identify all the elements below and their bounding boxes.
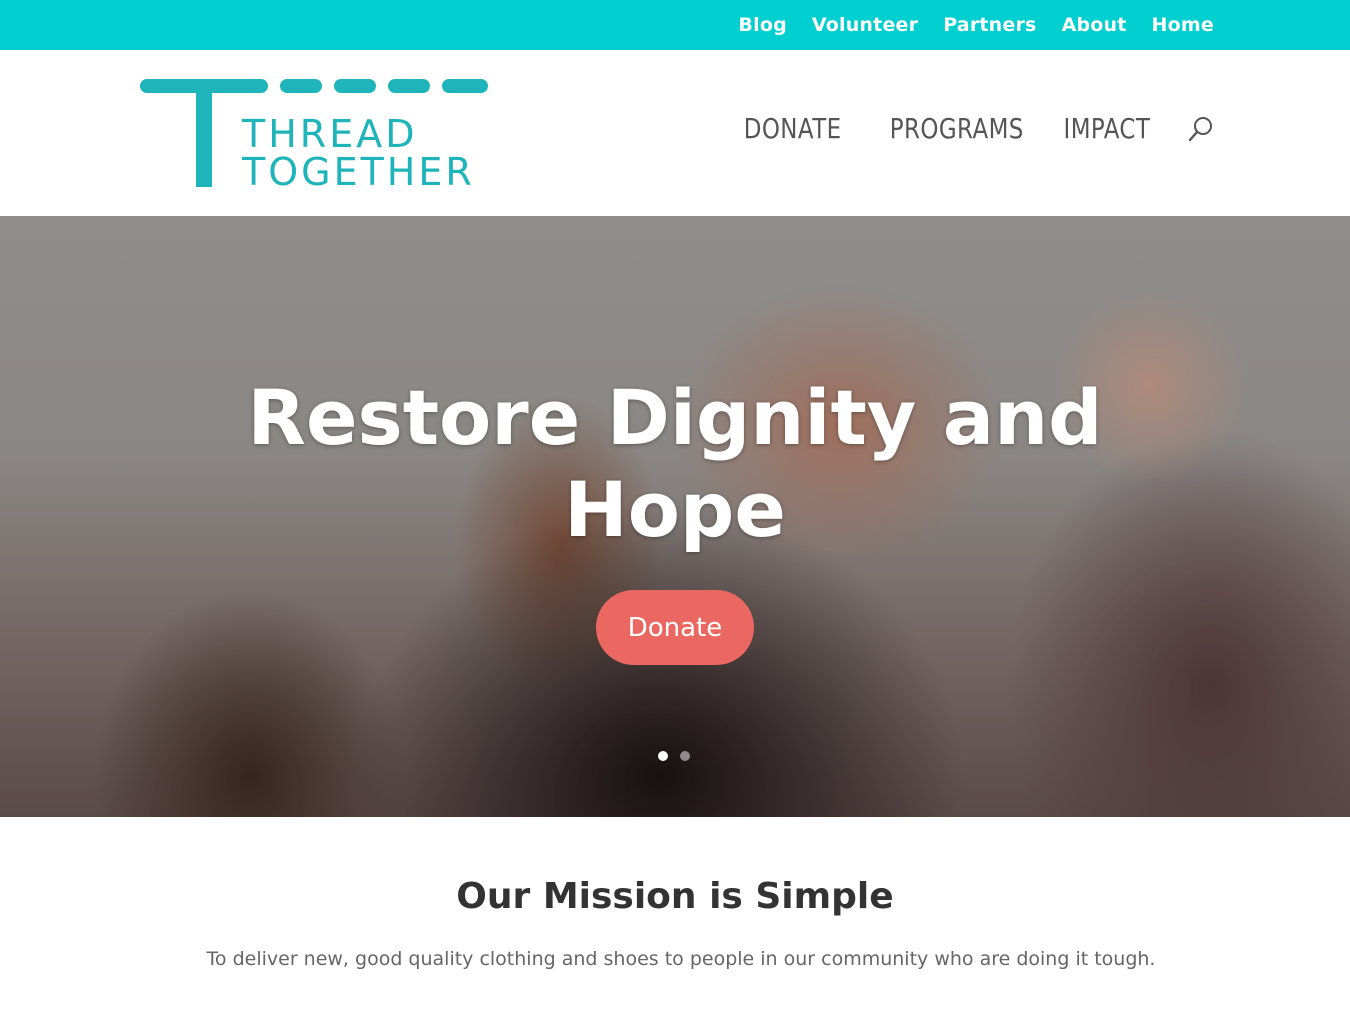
hero-title-line2: Hope: [564, 465, 786, 554]
top-bar: Blog Volunteer Partners About Home: [0, 0, 1350, 50]
donate-button[interactable]: Donate: [596, 590, 754, 665]
logo-text-line2: TOGETHER: [242, 150, 475, 194]
slider-pagination: [658, 751, 690, 761]
search-icon: [1188, 116, 1212, 141]
logo-text-line1: THREAD: [242, 112, 418, 156]
nav-link-impact[interactable]: IMPACT: [1064, 112, 1151, 145]
hero-title-line1: Restore Dignity and: [247, 373, 1103, 462]
nav-link-blog[interactable]: Blog: [738, 14, 786, 36]
nav-link-home[interactable]: Home: [1152, 14, 1214, 36]
search-button[interactable]: [1188, 115, 1214, 143]
primary-nav: DONATE PROGRAMS IMPACT: [733, 112, 1214, 145]
hero-slider: Restore Dignity and Hope Donate: [0, 216, 1350, 817]
site-logo[interactable]: THREAD TOGETHER: [138, 78, 490, 194]
secondary-nav: Blog Volunteer Partners About Home: [738, 0, 1214, 50]
hero-title: Restore Dignity and Hope: [0, 372, 1350, 556]
nav-link-programs[interactable]: PROGRAMS: [889, 112, 1023, 145]
mission-title: Our Mission is Simple: [456, 876, 894, 917]
slide-dot-2[interactable]: [680, 751, 690, 761]
nav-link-donate[interactable]: DONATE: [744, 112, 842, 145]
nav-link-partners[interactable]: Partners: [943, 14, 1036, 36]
slide-dot-1[interactable]: [658, 751, 668, 761]
site-header: THREAD TOGETHER DONATE PROGRAMS IMPACT: [0, 50, 1350, 216]
nav-link-about[interactable]: About: [1062, 14, 1127, 36]
mission-text: To deliver new, good quality clothing an…: [206, 948, 1156, 970]
nav-link-volunteer[interactable]: Volunteer: [812, 14, 918, 36]
